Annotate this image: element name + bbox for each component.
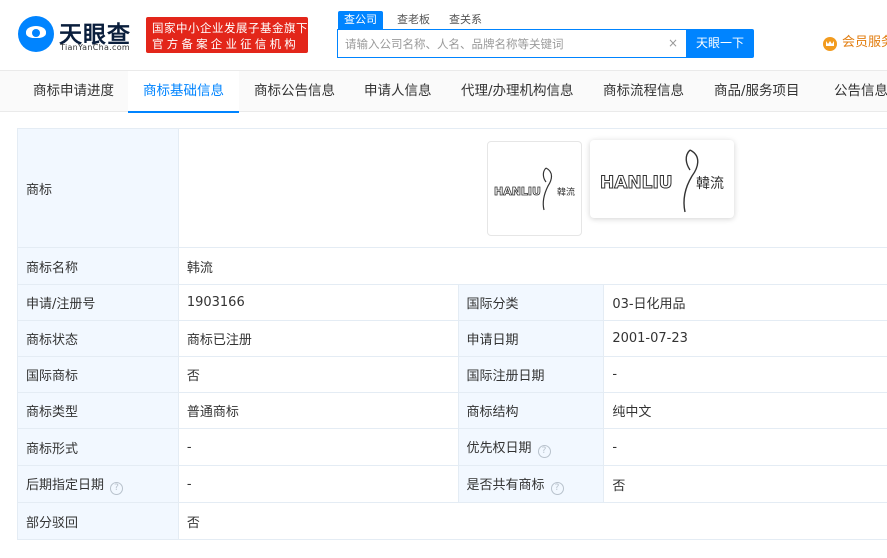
top-header: 天眼查 TianYanCha.com 国家中小企业发展子基金旗下 官方备案企业征… <box>0 0 887 70</box>
badge-line2: 官方备案企业征信机构 <box>152 37 299 51</box>
field-value: 纯中文 <box>603 392 887 429</box>
logo-domain: TianYanCha.com <box>60 43 130 52</box>
field-label-with-help: 优先权日期? <box>457 428 605 466</box>
tab-agency-info[interactable]: 代理/办理机构信息 <box>461 71 574 112</box>
badge-line1: 国家中小企业发展子基金旗下 <box>152 21 308 35</box>
eye-logo-icon <box>18 16 54 52</box>
vip-label: 会员服务 <box>842 35 887 50</box>
tab-label: 申请人信息 <box>364 83 432 99</box>
table-row: 商标名称 韩流 <box>17 247 887 285</box>
field-label: 商标状态 <box>17 320 179 357</box>
help-icon[interactable]: ? <box>110 481 124 495</box>
search-input[interactable] <box>338 30 668 57</box>
help-icon[interactable]: ? <box>537 444 551 458</box>
trademark-logo-latin: HANLIU <box>600 173 673 193</box>
section-nav: 商标申请进度 商标基础信息 商标公告信息 申请人信息 代理/办理机构信息 商标流… <box>0 70 887 113</box>
table-row: 申请/注册号 1903166 国际分类 03-日化用品 <box>17 284 887 321</box>
trademark-enlarged-preview: HANLIU 韓流 <box>590 140 734 218</box>
trademark-logo-image-large: HANLIU 韓流 <box>600 149 724 213</box>
field-value: 普通商标 <box>177 392 459 429</box>
field-value: - <box>177 428 459 466</box>
tab-label: 代理/办理机构信息 <box>461 83 574 99</box>
field-label: 商标类型 <box>17 392 179 429</box>
field-value: 商标已注册 <box>177 320 459 357</box>
crown-icon <box>823 37 837 51</box>
field-label: 商标名称 <box>17 247 179 285</box>
field-label: 优先权日期 <box>466 440 532 456</box>
field-label: 是否共有商标 <box>466 477 545 493</box>
official-badge: 国家中小企业发展子基金旗下 官方备案企业征信机构 <box>146 17 308 53</box>
field-value: 否 <box>177 502 887 540</box>
search-button[interactable]: 天眼一下 <box>686 29 754 58</box>
field-label-with-help: 后期指定日期? <box>17 465 179 503</box>
field-value: - <box>603 428 887 466</box>
table-row: 后期指定日期? - 是否共有商标? 否 <box>17 465 887 503</box>
field-label: 商标结构 <box>457 392 605 429</box>
field-label: 后期指定日期 <box>26 477 105 493</box>
tab-label: 商标基础信息 <box>143 83 224 99</box>
help-icon[interactable]: ? <box>550 481 564 495</box>
tab-label: 商标流程信息 <box>603 83 684 99</box>
tab-search-relation[interactable]: 查关系 <box>449 11 482 29</box>
tab-label: 公告信息 <box>834 83 887 99</box>
tab-goods-services[interactable]: 商品/服务项目 <box>714 71 800 112</box>
trademark-logo-cn: 韓流 <box>557 186 575 198</box>
field-value: 韩流 <box>177 247 887 285</box>
field-value: - <box>177 465 459 503</box>
field-label: 国际商标 <box>17 356 179 393</box>
tab-basic-info[interactable]: 商标基础信息 <box>128 71 239 113</box>
field-value: 2001-07-23 <box>603 320 887 357</box>
tianyancha-logo[interactable]: 天眼查 TianYanCha.com <box>18 14 138 54</box>
tab-process-info[interactable]: 商标流程信息 <box>603 71 684 112</box>
tab-search-company[interactable]: 查公司 <box>338 11 383 29</box>
trademark-info-table: 商标 商标名称 韩流 申请/注册号 1903166 国际分类 03-日化用品 商… <box>17 128 887 540</box>
tab-application-progress[interactable]: 商标申请进度 <box>17 71 130 112</box>
tab-label: 商标公告信息 <box>254 83 335 99</box>
field-value: 03-日化用品 <box>603 284 887 321</box>
table-row: 商标状态 商标已注册 申请日期 2001-07-23 <box>17 320 887 357</box>
trademark-image-label: 商标 <box>17 128 179 248</box>
trademark-logo-latin: HANLIU <box>494 185 541 198</box>
field-label-with-help: 是否共有商标? <box>457 465 605 503</box>
trademark-logo-cn: 韓流 <box>696 176 724 192</box>
field-label: 商标形式 <box>17 428 179 466</box>
table-row: 部分驳回 否 <box>17 502 887 540</box>
search-box: × <box>337 29 687 58</box>
field-label: 国际分类 <box>457 284 605 321</box>
table-row: 商标 <box>17 128 887 248</box>
tab-notice-info[interactable]: 公告信息 <box>834 71 887 112</box>
tab-label: 商标申请进度 <box>33 83 114 99</box>
field-label: 国际注册日期 <box>457 356 605 393</box>
tab-label: 商品/服务项目 <box>714 83 800 99</box>
field-value: - <box>603 356 887 393</box>
field-label: 部分驳回 <box>17 502 179 540</box>
table-row: 商标类型 普通商标 商标结构 纯中文 <box>17 392 887 429</box>
clear-icon[interactable]: × <box>667 37 679 49</box>
tab-announcement-info[interactable]: 商标公告信息 <box>254 71 335 112</box>
trademark-thumbnail[interactable]: HANLIU 韓流 <box>487 141 582 236</box>
table-row: 商标形式 - 优先权日期? - <box>17 428 887 466</box>
trademark-logo-image: HANLIU 韓流 <box>494 167 575 211</box>
field-value: 否 <box>177 356 459 393</box>
field-label: 申请日期 <box>457 320 605 357</box>
tab-applicant-info[interactable]: 申请人信息 <box>364 71 432 112</box>
table-row: 国际商标 否 国际注册日期 - <box>17 356 887 393</box>
field-value: 1903166 <box>177 284 459 321</box>
field-label: 申请/注册号 <box>17 284 179 321</box>
tab-search-boss[interactable]: 查老板 <box>397 11 430 29</box>
field-value: 否 <box>603 465 887 503</box>
